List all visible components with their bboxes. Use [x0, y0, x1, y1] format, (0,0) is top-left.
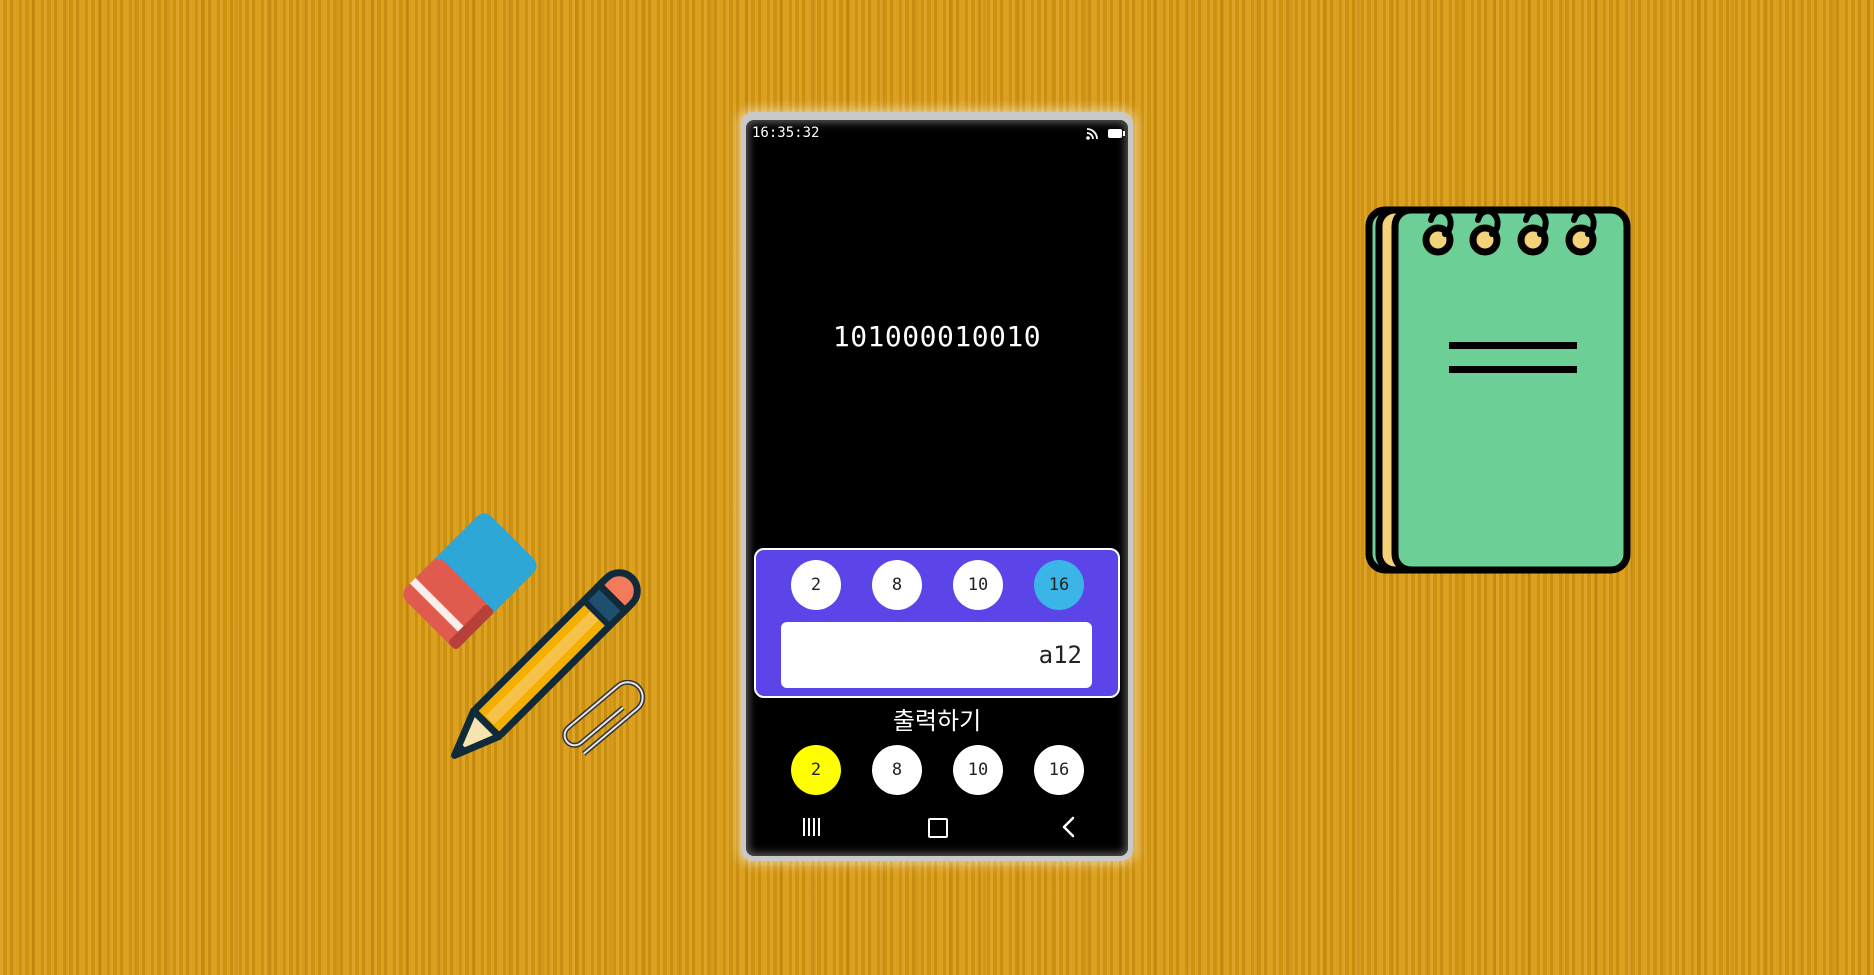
back-icon[interactable]: [1058, 815, 1080, 839]
input-base-10-button[interactable]: 10: [953, 560, 1003, 610]
output-base-10-button[interactable]: 10: [953, 745, 1003, 795]
phone-screen: 16:35:32 101000010010 2 8 10 16 a12 출력하기…: [746, 120, 1128, 856]
number-input-field[interactable]: a12: [781, 622, 1092, 688]
result-display: 101000010010: [832, 320, 1042, 353]
output-base-8-button[interactable]: 8: [872, 745, 922, 795]
phone-frame: 16:35:32 101000010010 2 8 10 16 a12 출력하기…: [741, 112, 1133, 861]
cast-icon: [1086, 128, 1098, 140]
input-base-2-button[interactable]: 2: [791, 560, 841, 610]
recent-apps-icon[interactable]: [803, 818, 820, 836]
input-panel: 2 8 10 16 a12: [754, 548, 1120, 698]
input-base-16-button[interactable]: 16: [1034, 560, 1084, 610]
status-icons: [1086, 126, 1125, 140]
output-base-16-button[interactable]: 16: [1034, 745, 1084, 795]
battery-icon: [1108, 128, 1125, 138]
navigation-bar: [746, 810, 1128, 850]
home-icon[interactable]: [928, 818, 948, 838]
paperclip-icon: [562, 680, 646, 756]
input-base-8-button[interactable]: 8: [872, 560, 922, 610]
status-time: 16:35:32: [752, 125, 820, 141]
notepad-icon: [1365, 206, 1631, 574]
output-label: 출력하기: [892, 707, 982, 735]
output-base-2-button[interactable]: 2: [791, 745, 841, 795]
